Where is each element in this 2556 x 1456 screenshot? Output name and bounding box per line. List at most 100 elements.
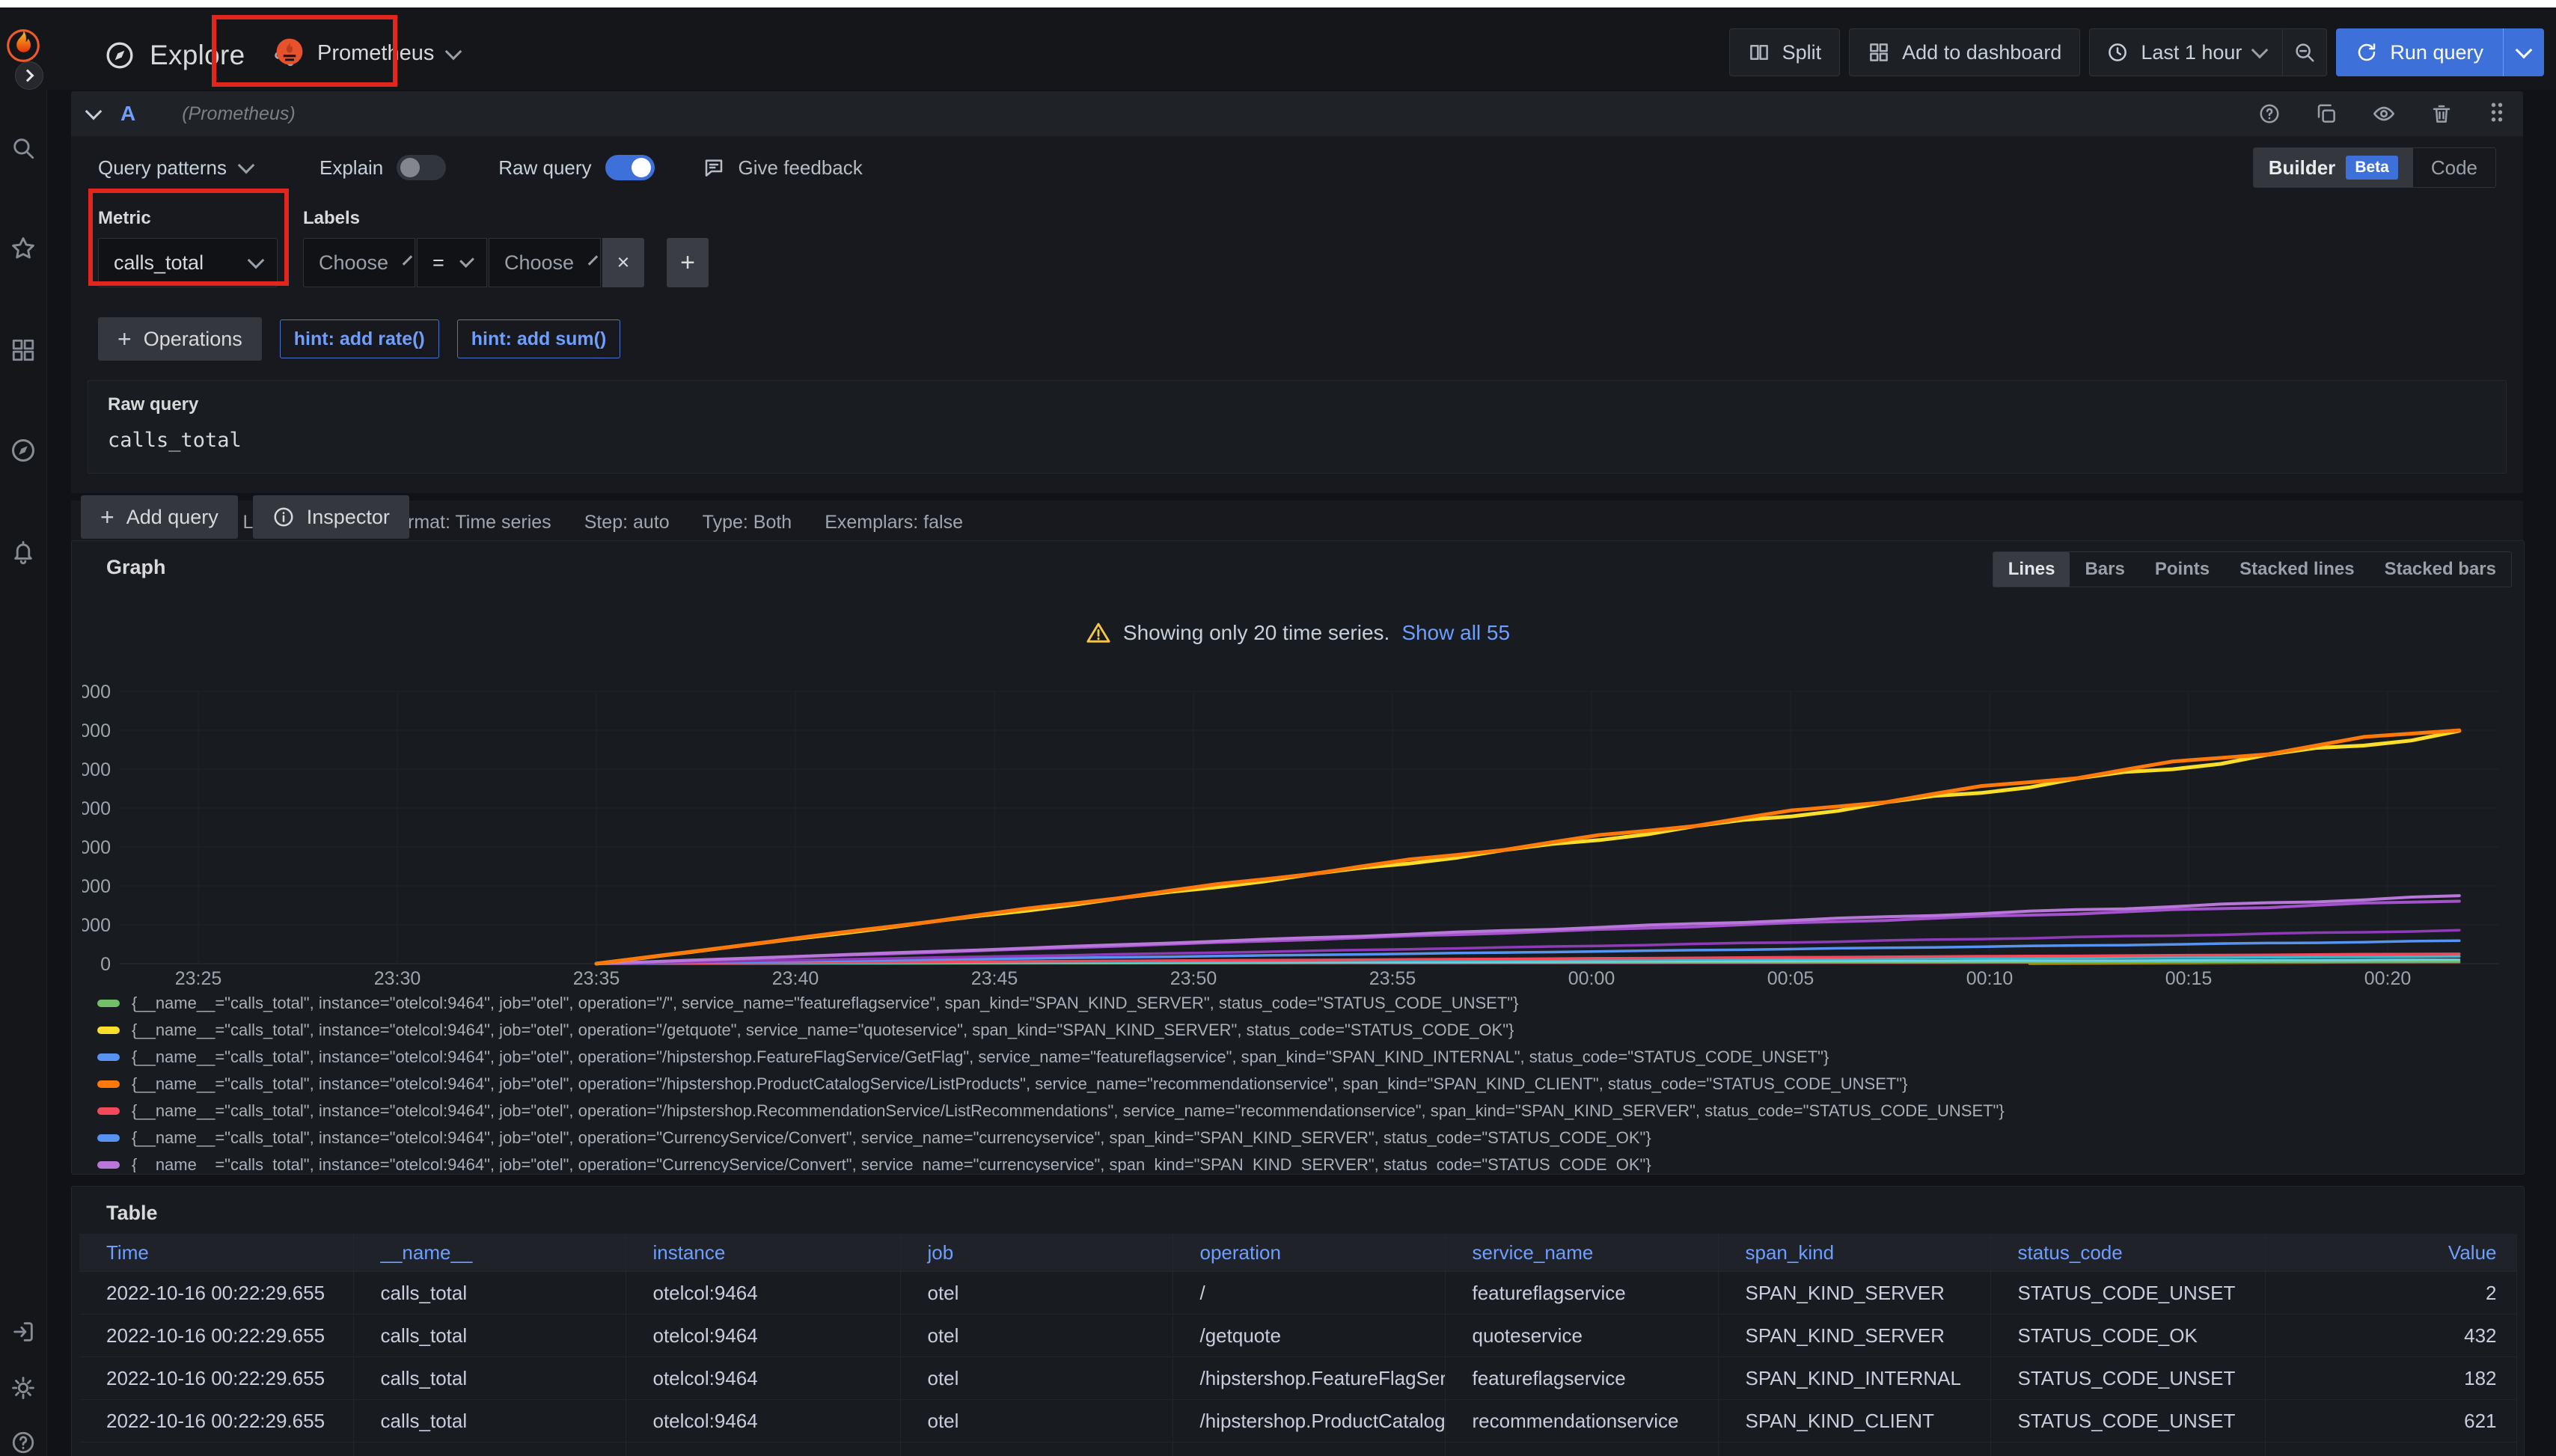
column-header-job[interactable]: job [900, 1234, 1172, 1272]
help-icon[interactable] [0, 1420, 46, 1456]
svg-text:23:50: 23:50 [1170, 968, 1217, 988]
starred-icon[interactable] [0, 226, 46, 271]
table-row: 2022-10-16 00:22:29.655calls_totalotelco… [79, 1315, 2516, 1357]
table-cell: SPAN_KIND_SERVER [1718, 1315, 1990, 1357]
svg-text:23:30: 23:30 [374, 968, 421, 988]
raw-query-toggle[interactable] [605, 155, 655, 180]
run-query-dropdown[interactable] [2503, 28, 2544, 76]
table-cell: otelcol:9464 [626, 1315, 900, 1357]
column-header-statuscode[interactable]: status_code [1990, 1234, 2265, 1272]
svg-text:4000: 4000 [82, 876, 111, 897]
dashboards-icon[interactable] [0, 328, 46, 373]
legend-item[interactable]: {__name__="calls_total", instance="otelc… [97, 1151, 2509, 1172]
time-range-button[interactable]: Last 1 hour [2090, 29, 2282, 76]
query-help-icon[interactable] [2258, 103, 2281, 125]
column-header-operation[interactable]: operation [1172, 1234, 1445, 1272]
datasource-picker[interactable]: Prometheus [275, 37, 459, 70]
label-value-select[interactable]: Choose [489, 238, 601, 287]
give-feedback-link[interactable]: Give feedback [703, 156, 863, 180]
settings-gear-icon[interactable] [0, 1365, 46, 1410]
prometheus-logo-icon [275, 37, 304, 70]
svg-text:00:20: 00:20 [2364, 968, 2412, 988]
column-header-instance[interactable]: instance [626, 1234, 900, 1272]
add-query-button[interactable]: + Add query [81, 495, 238, 539]
chevron-down-icon [238, 157, 255, 174]
collapse-chevron-icon[interactable] [85, 103, 103, 120]
legend-item[interactable]: {__name__="calls_total", instance="otelc… [97, 1098, 2509, 1125]
svg-text:00:00: 00:00 [1568, 968, 1615, 988]
remove-label-button[interactable]: × [602, 238, 644, 287]
time-range-label: Last 1 hour [2141, 41, 2242, 64]
column-header-spankind[interactable]: span_kind [1718, 1234, 1990, 1272]
mode-stacked-bars[interactable]: Stacked bars [2370, 552, 2511, 587]
mode-points[interactable]: Points [2140, 552, 2225, 587]
hint-add-sum-button[interactable]: hint: add sum() [457, 319, 621, 358]
raw-query-preview: Raw query calls_total [88, 380, 2507, 474]
add-operation-button[interactable]: + Operations [98, 317, 262, 361]
query-row-header[interactable]: A (Prometheus) [71, 91, 2523, 136]
add-query-label: Add query [126, 506, 218, 529]
sign-in-icon[interactable] [0, 1309, 46, 1354]
plus-icon: + [100, 504, 114, 531]
operations-label: Operations [144, 328, 242, 351]
zoom-out-button[interactable] [2282, 29, 2326, 76]
table-cell: otelcol:9464 [626, 1443, 900, 1456]
drag-handle-icon[interactable] [2487, 101, 2507, 127]
inspector-button[interactable]: Inspector [253, 495, 409, 539]
table-cell: STATUS_CODE_UNSET [1990, 1443, 2265, 1456]
alerting-icon[interactable] [0, 530, 46, 575]
info-circle-icon [272, 506, 295, 528]
label-operator-select[interactable]: = [417, 238, 487, 287]
label-value-placeholder: Choose [504, 251, 574, 275]
table-cell: 2022-10-16 00:22:29.655 [79, 1315, 353, 1357]
search-icon[interactable] [0, 126, 46, 171]
table-cell: otel [900, 1357, 1172, 1400]
query-editor: A (Prometheus) Query patterns Explain [71, 91, 2523, 544]
mode-lines[interactable]: Lines [1993, 552, 2070, 587]
mode-bars[interactable]: Bars [2070, 552, 2139, 587]
svg-text:00:10: 00:10 [1966, 968, 2014, 988]
table-cell: calls_total [353, 1400, 626, 1443]
legend-item[interactable]: {__name__="calls_total", instance="otelc… [97, 1044, 2509, 1071]
legend-item[interactable]: {__name__="calls_total", instance="otelc… [97, 1017, 2509, 1044]
table-cell: / [1172, 1272, 1445, 1315]
svg-text:23:40: 23:40 [772, 968, 819, 988]
legend-item[interactable]: {__name__="calls_total", instance="otelc… [97, 990, 2509, 1017]
query-patterns-dropdown[interactable]: Query patterns [98, 156, 252, 180]
chevron-down-icon [2251, 42, 2269, 59]
sidebar-expand-button[interactable] [15, 61, 43, 90]
column-header-time[interactable]: Time [79, 1234, 353, 1272]
graph-canvas[interactable]: 0200040006000800010000120001400023:2523:… [82, 678, 2514, 988]
mode-stacked-lines[interactable]: Stacked lines [2225, 552, 2369, 587]
duplicate-query-icon[interactable] [2315, 103, 2338, 125]
table-cell: 2022-10-16 00:22:29.655 [79, 1443, 353, 1456]
hint-add-rate-button[interactable]: hint: add rate() [280, 319, 439, 358]
add-to-dashboard-button[interactable]: Add to dashboard [1849, 28, 2080, 76]
metric-select[interactable]: calls_total [98, 238, 278, 287]
chevron-down-icon [445, 43, 462, 60]
legend-item[interactable]: {__name__="calls_total", instance="otelc… [97, 1071, 2509, 1098]
column-header-name[interactable]: __name__ [353, 1234, 626, 1272]
delete-query-trash-icon[interactable] [2430, 103, 2453, 125]
explain-toggle[interactable] [397, 155, 446, 180]
column-header-value[interactable]: Value [2265, 1234, 2516, 1272]
options-collapsible[interactable]: Options Legend: Auto Format: Time series… [71, 501, 2523, 544]
add-label-button[interactable]: + [667, 238, 709, 287]
run-query-button[interactable]: Run query [2336, 28, 2544, 76]
hide-query-eye-icon[interactable] [2372, 102, 2396, 126]
builder-tab[interactable]: Builder Beta [2254, 148, 2413, 187]
show-all-series-link[interactable]: Show all 55 [1401, 621, 1510, 645]
svg-text:0: 0 [100, 954, 111, 975]
options-type: Type: Both [703, 512, 792, 533]
legend-series-marker [97, 1161, 120, 1169]
code-tab[interactable]: Code [2413, 148, 2495, 187]
label-key-select[interactable]: Choose [303, 238, 415, 287]
legend-item[interactable]: {__name__="calls_total", instance="otelc… [97, 1125, 2509, 1151]
column-header-servicename[interactable]: service_name [1445, 1234, 1718, 1272]
raw-query-section-label: Raw query [108, 394, 2486, 415]
split-icon [1748, 41, 1770, 64]
split-button[interactable]: Split [1729, 28, 1841, 76]
table-cell: 2 [2265, 1272, 2516, 1315]
explore-icon[interactable] [0, 428, 46, 473]
split-label: Split [1782, 41, 1822, 64]
